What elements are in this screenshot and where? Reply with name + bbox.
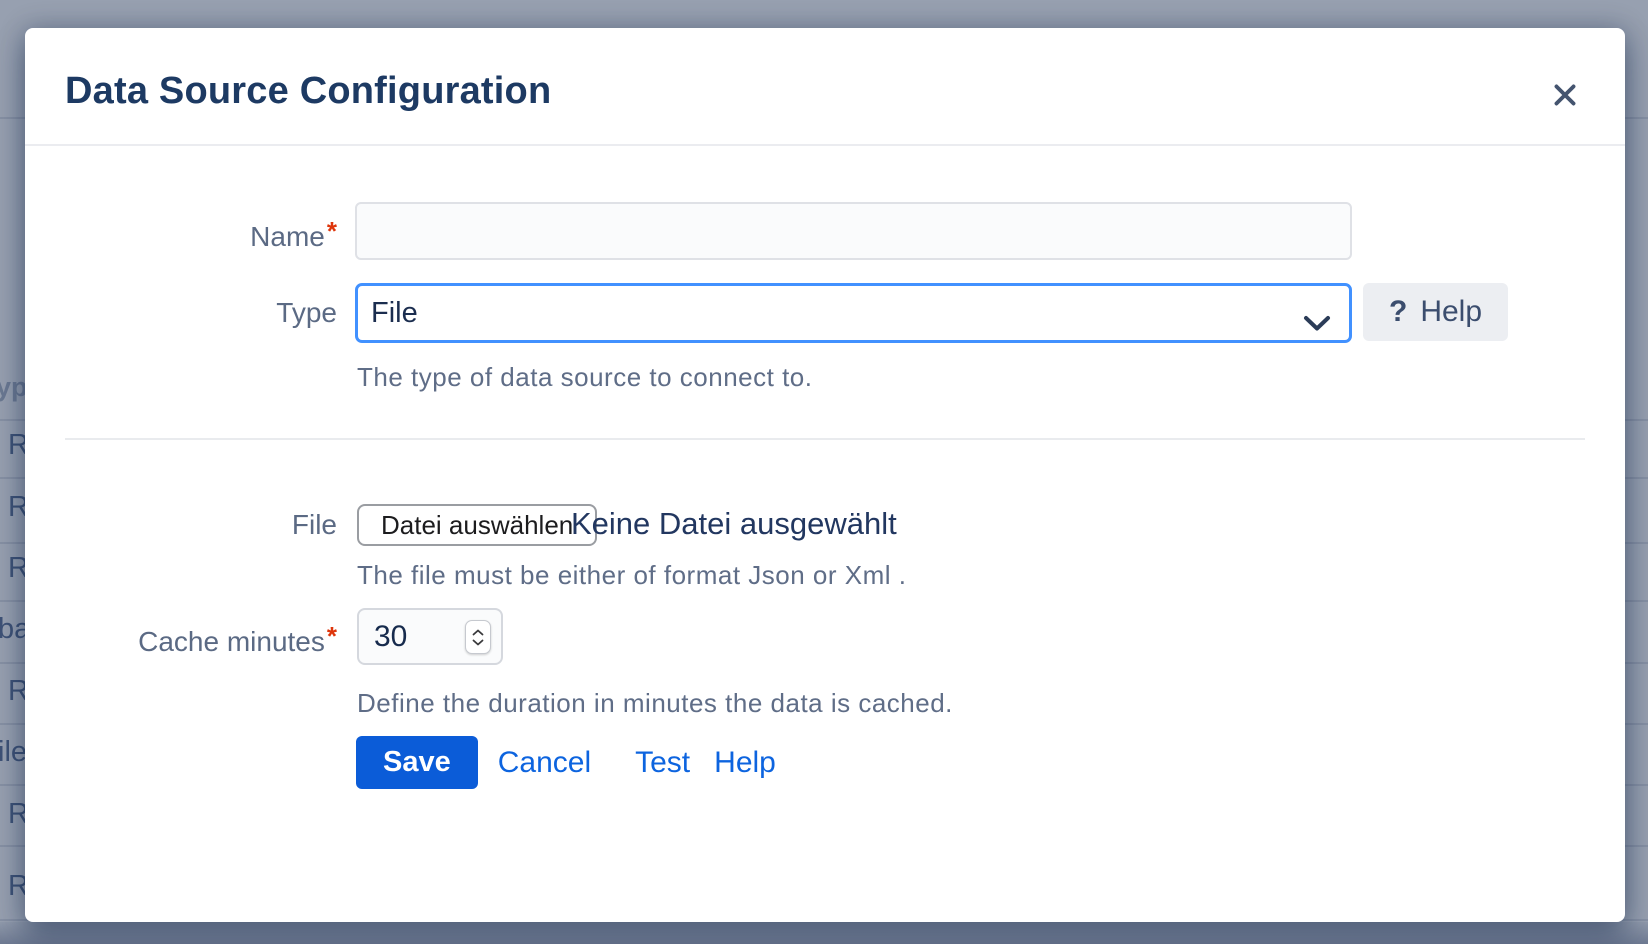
data-source-configuration-dialog: Data Source Configuration Name* Type Fil…	[25, 28, 1625, 922]
required-marker: *	[327, 216, 337, 246]
dialog-actions: Save Cancel Test Help	[356, 736, 776, 789]
type-field-description: The type of data source to connect to.	[357, 362, 813, 393]
question-mark-icon: ?	[1389, 295, 1407, 329]
dialog-header: Data Source Configuration	[25, 28, 1625, 146]
type-field-label: Type	[87, 283, 337, 343]
stepper-up-icon	[472, 629, 484, 636]
dialog-title: Data Source Configuration	[65, 70, 551, 113]
stepper-down-icon	[472, 639, 484, 646]
help-link[interactable]: Help	[714, 746, 776, 780]
test-link[interactable]: Test	[635, 746, 690, 780]
required-marker: *	[327, 621, 337, 651]
file-field-label: File	[87, 504, 337, 546]
cache-minutes-input[interactable]: 30	[357, 608, 503, 665]
close-icon	[1549, 79, 1581, 114]
cache-minutes-value: 30	[374, 610, 407, 663]
file-status-text: Keine Datei ausgewählt	[571, 502, 897, 546]
type-select-value: File	[371, 297, 418, 330]
name-field-label: Name*	[87, 202, 337, 266]
name-input[interactable]	[355, 202, 1352, 260]
save-button[interactable]: Save	[356, 736, 478, 789]
type-select[interactable]: File	[355, 283, 1352, 343]
choose-file-button[interactable]: Datei auswählen	[357, 504, 597, 546]
number-stepper[interactable]	[465, 620, 491, 654]
backdrop-shadow-band	[0, 922, 1648, 944]
cancel-link[interactable]: Cancel	[498, 746, 591, 780]
section-divider	[65, 438, 1585, 440]
chevron-down-icon	[1303, 307, 1331, 340]
close-button[interactable]	[1541, 72, 1589, 120]
cache-minutes-description: Define the duration in minutes the data …	[357, 688, 953, 719]
type-help-button[interactable]: ? Help	[1363, 283, 1508, 341]
background-text-fragment: ile	[0, 736, 27, 769]
file-field-description: The file must be either of format Json o…	[357, 560, 906, 591]
cache-minutes-field-label: Cache minutes*	[87, 608, 337, 670]
type-help-button-label: Help	[1420, 295, 1482, 329]
